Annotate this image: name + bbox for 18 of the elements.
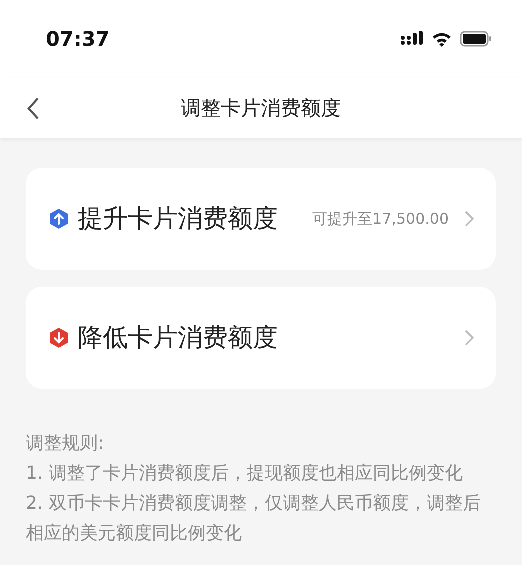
- status-time: 07:37: [46, 26, 110, 53]
- page-title: 调整卡片消费额度: [181, 95, 341, 122]
- down-arrow-icon: [48, 327, 70, 349]
- battery-icon: [460, 31, 492, 47]
- option-row[interactable]: 提升卡片消费额度 可提升至17,500.00: [26, 168, 496, 270]
- signal-icon: [400, 31, 424, 47]
- up-arrow-icon: [48, 208, 70, 230]
- rules-title: 调整规则:: [26, 432, 106, 456]
- rule-text: 1. 调整了卡片消费额度后，提现额度也相应同比例变化: [26, 462, 464, 486]
- limit-note: 可提升至17,500.00: [312, 208, 449, 230]
- rule-text: 2. 双币卡卡片消费额度调整，仅调整人民币额度，调整后相应的美元额度同比例变化: [26, 492, 482, 546]
- chevron-right-icon: [465, 211, 474, 227]
- wifi-icon: [432, 32, 452, 46]
- option-row[interactable]: 降低卡片消费额度: [26, 287, 496, 389]
- option-label: 降低卡片消费额度: [78, 322, 279, 354]
- chevron-right-icon: [465, 330, 474, 346]
- back-icon[interactable]: [26, 96, 40, 120]
- option-label: 提升卡片消费额度: [78, 203, 279, 236]
